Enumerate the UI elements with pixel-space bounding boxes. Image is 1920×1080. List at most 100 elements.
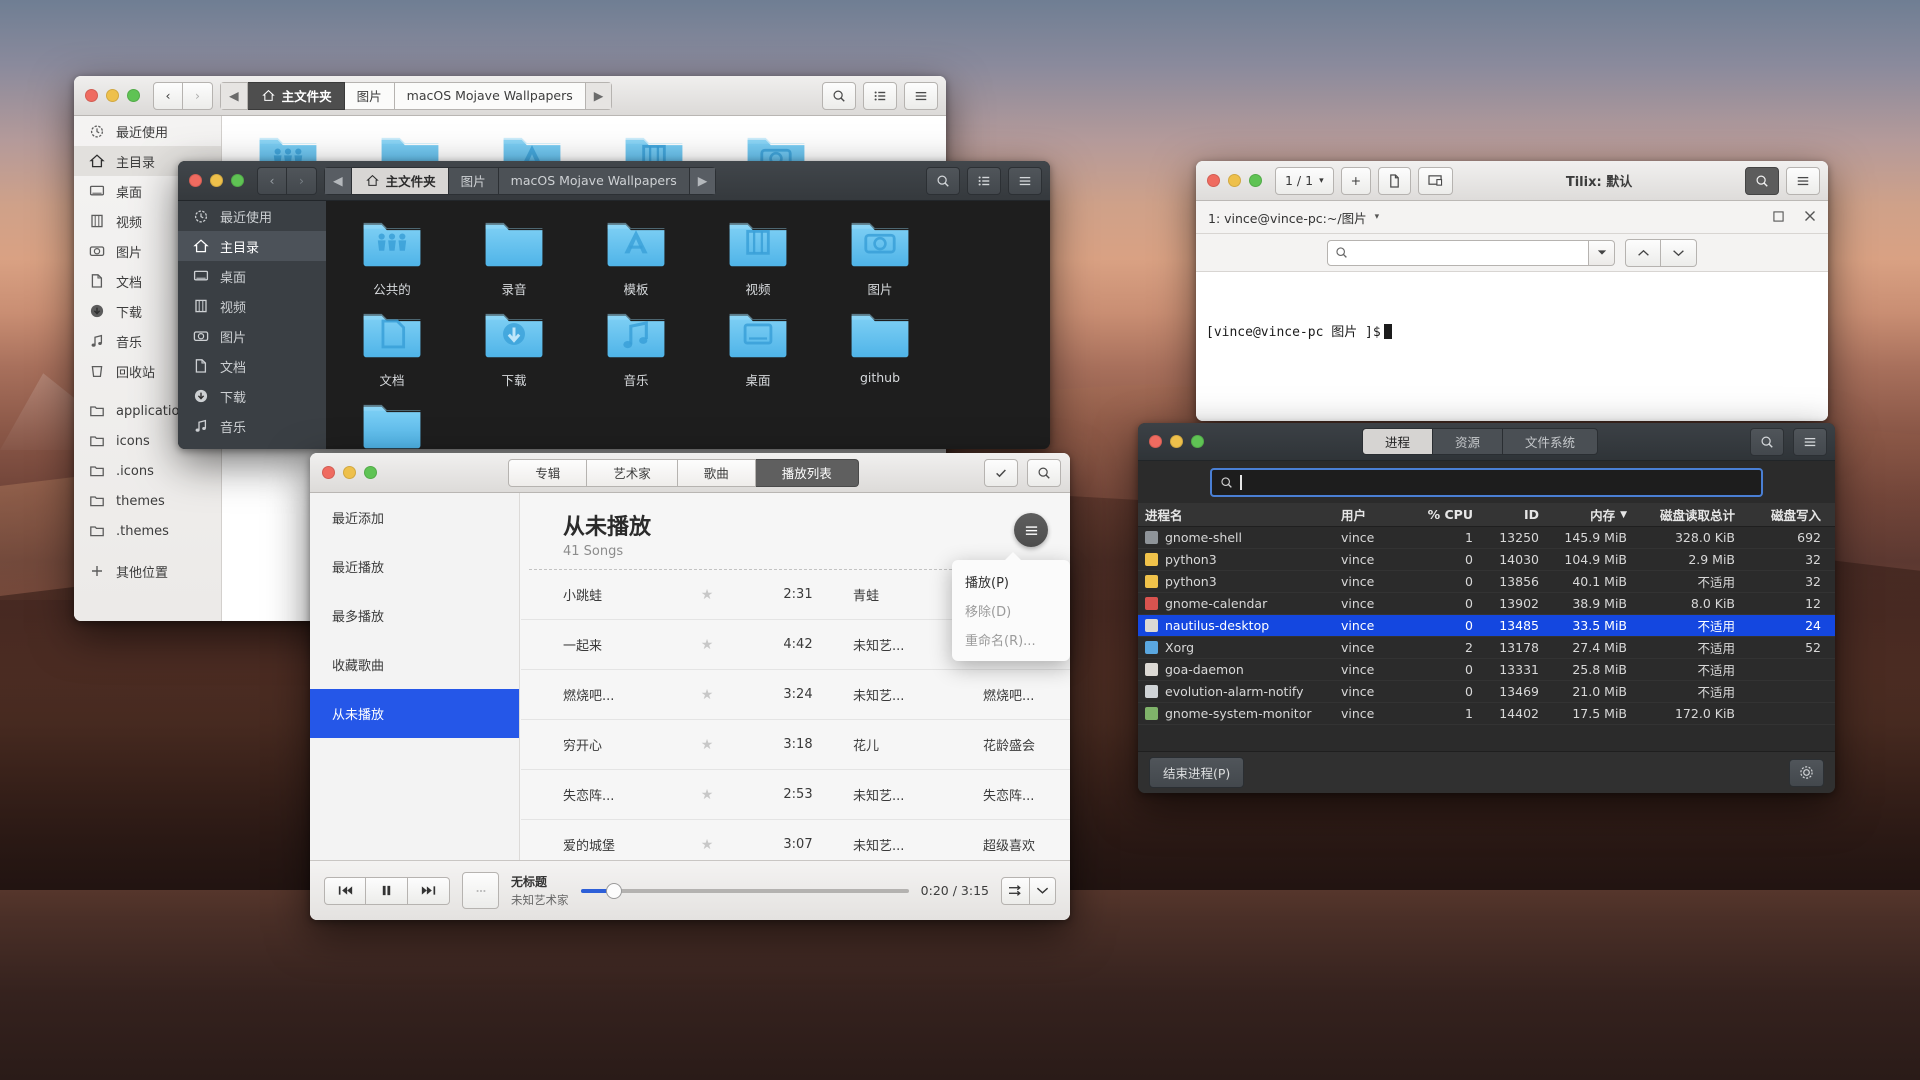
playlist-item-4[interactable]: 从未播放 (310, 689, 519, 738)
close-button[interactable] (322, 466, 335, 479)
folder-item-1[interactable]: 录音 (470, 217, 558, 298)
maximize-button[interactable] (364, 466, 377, 479)
search-icon[interactable] (1027, 458, 1061, 487)
playback-controls[interactable]: 无标题 未知艺术家 0:20 / 3:15 (310, 860, 1070, 920)
breadcrumb-scroll-left[interactable]: ◀ (220, 81, 248, 110)
titlebar[interactable]: 进程 资源 文件系统 (1138, 423, 1835, 461)
close-button[interactable] (85, 89, 98, 102)
maximize-icon[interactable] (1773, 210, 1784, 225)
context-menu-item-2[interactable]: 重命名(R)... (952, 625, 1070, 654)
search-icon[interactable] (822, 81, 856, 110)
titlebar[interactable]: ‹ › ◀ 主文件夹 图片 macOS Mojave Wallpapers ▶ (178, 161, 1050, 201)
sidebar-item-2[interactable]: 桌面 (178, 261, 326, 291)
list-view-icon[interactable] (967, 166, 1001, 195)
file-area[interactable]: 公共的 录音 模板 视频 图片文档 下载 音乐 桌面 github Projects (326, 201, 1050, 449)
favorite-star-icon[interactable]: ★ (671, 787, 743, 803)
breadcrumb[interactable]: ◀ 主文件夹 图片 macOS Mojave Wallpapers ▶ (220, 81, 613, 110)
album-art-placeholder[interactable] (462, 872, 499, 909)
view-tabs[interactable]: 专辑 艺术家 歌曲 播放列表 (508, 458, 859, 487)
search-icon[interactable] (926, 166, 960, 195)
tab-0[interactable]: 进程 (1361, 428, 1433, 455)
music-player-window[interactable]: 专辑 艺术家 歌曲 播放列表 最近添加 最近播放 最多播放 收藏歌曲 从未播放 从未播放 41… (310, 453, 1070, 920)
terminal-output[interactable]: [vince@vince-pc 图片 ]$ (1196, 312, 1828, 421)
seek-handle[interactable] (605, 882, 622, 899)
files-window-dark[interactable]: ‹ › ◀ 主文件夹 图片 macOS Mojave Wallpapers ▶ … (178, 161, 1050, 449)
folder-grid[interactable]: 公共的 录音 模板 视频 图片文档 下载 音乐 桌面 github Projects (326, 201, 1050, 449)
transport-buttons[interactable] (324, 876, 450, 905)
process-rows[interactable]: gnome-shell vince 1 13250 145.9 MiB 328.0 KiB… (1138, 527, 1835, 725)
maximize-button[interactable] (1191, 435, 1204, 448)
nav-buttons[interactable]: ‹ › (257, 166, 317, 195)
sidebar-item-6[interactable]: 下载 (178, 381, 326, 411)
minimize-button[interactable] (210, 174, 223, 187)
process-search-input[interactable] (1210, 467, 1763, 497)
chevron-down-icon[interactable] (1661, 238, 1697, 267)
window-controls[interactable] (186, 174, 250, 187)
breadcrumb-item-pictures[interactable]: 图片 (344, 81, 395, 110)
previous-track-icon[interactable] (324, 876, 366, 905)
process-row[interactable]: gnome-system-monitor vince 1 14402 17.5 MiB 1… (1138, 703, 1835, 725)
process-row[interactable]: evolution-alarm-notify vince 0 13469 21.0 Mi… (1138, 681, 1835, 703)
tab-0[interactable]: 专辑 (508, 458, 588, 487)
window-controls[interactable] (319, 466, 383, 479)
process-row[interactable]: python3 vince 0 13856 40.1 MiB 不适用 32 (1138, 571, 1835, 593)
sidebar-item-5[interactable]: 文档 (178, 351, 326, 381)
playlist-menu-button[interactable] (1014, 513, 1048, 547)
folder-item-6[interactable]: 下载 (470, 308, 558, 389)
back-button[interactable]: ‹ (257, 166, 287, 195)
minimize-button[interactable] (1228, 174, 1241, 187)
breadcrumb-item-home[interactable]: 主文件夹 (247, 81, 345, 110)
playlist-item-1[interactable]: 最近播放 (310, 542, 519, 591)
search-icon[interactable] (1745, 166, 1779, 195)
process-search-row[interactable] (1138, 461, 1835, 503)
breadcrumb-scroll-right[interactable]: ▶ (689, 166, 717, 195)
sidebar-item-11[interactable]: .icons (74, 456, 221, 486)
favorite-star-icon[interactable]: ★ (671, 737, 743, 753)
terminal-tab-row[interactable]: 1: vince@vince-pc:~/图片 ▾ (1196, 201, 1828, 234)
tab-2[interactable]: 歌曲 (677, 458, 756, 487)
minimize-button[interactable] (343, 466, 356, 479)
column-header-process[interactable]: 进程名 (1138, 505, 1334, 524)
playlist-item-3[interactable]: 收藏歌曲 (310, 640, 519, 689)
context-menu-item-0[interactable]: 播放(P) (952, 567, 1070, 596)
chevron-down-icon[interactable]: ▾ (1375, 212, 1380, 222)
sidebar[interactable]: 最近使用主目录桌面视频图片文档下载音乐回收站applicationsicons.… (178, 201, 326, 449)
favorite-star-icon[interactable]: ★ (671, 837, 743, 853)
breadcrumb-scroll-left[interactable]: ◀ (324, 166, 352, 195)
chevron-down-icon[interactable] (1030, 876, 1056, 905)
new-session-icon[interactable] (1378, 166, 1412, 195)
sidebar-item-0[interactable]: 最近使用 (178, 201, 326, 231)
folder-item-4[interactable]: 图片 (836, 217, 924, 298)
find-navigation[interactable] (1625, 238, 1697, 267)
column-header-disk-write[interactable]: 磁盘写入 (1742, 505, 1828, 524)
tab-1[interactable]: 资源 (1432, 428, 1503, 455)
sidebar-item-12[interactable]: themes (74, 486, 221, 516)
minimize-button[interactable] (1170, 435, 1183, 448)
forward-button[interactable]: › (183, 81, 213, 110)
system-monitor-window[interactable]: 进程 资源 文件系统 进程名 用户 % CPU ID 内存 ▼ 磁盘读取总计 磁盘写… (1138, 423, 1835, 793)
maximize-button[interactable] (231, 174, 244, 187)
nav-buttons[interactable]: ‹ › (153, 81, 213, 110)
hamburger-menu-icon[interactable] (1786, 166, 1820, 195)
hamburger-menu-icon[interactable] (1008, 166, 1042, 195)
favorite-star-icon[interactable]: ★ (671, 637, 743, 653)
checkmark-icon[interactable] (984, 458, 1018, 487)
sidebar-item-3[interactable]: 视频 (178, 291, 326, 321)
tab-1[interactable]: 艺术家 (587, 458, 678, 487)
folder-item-8[interactable]: 桌面 (714, 308, 802, 389)
hamburger-menu-icon[interactable] (1792, 427, 1827, 456)
list-view-icon[interactable] (863, 81, 897, 110)
column-header-user[interactable]: 用户 (1334, 505, 1412, 524)
tab-2[interactable]: 文件系统 (1503, 428, 1599, 455)
titlebar[interactable]: 专辑 艺术家 歌曲 播放列表 (310, 453, 1070, 493)
terminal-search-field[interactable] (1354, 245, 1581, 260)
song-row[interactable]: 爱的城堡 ★ 3:07 未知艺... 超级喜欢 (521, 820, 1070, 860)
breadcrumb[interactable]: ◀ 主文件夹 图片 macOS Mojave Wallpapers ▶ (324, 166, 717, 195)
seek-slider[interactable] (580, 882, 909, 899)
song-row[interactable]: 燃烧吧... ★ 3:24 未知艺... 燃烧吧... (521, 670, 1070, 720)
folder-item-3[interactable]: 视频 (714, 217, 802, 298)
seek-bar-wrapper[interactable] (580, 882, 909, 899)
breadcrumb-item-pictures[interactable]: 图片 (448, 166, 499, 195)
sidebar-item-14[interactable]: 其他位置 (74, 556, 221, 586)
chevron-up-icon[interactable] (1625, 238, 1661, 267)
